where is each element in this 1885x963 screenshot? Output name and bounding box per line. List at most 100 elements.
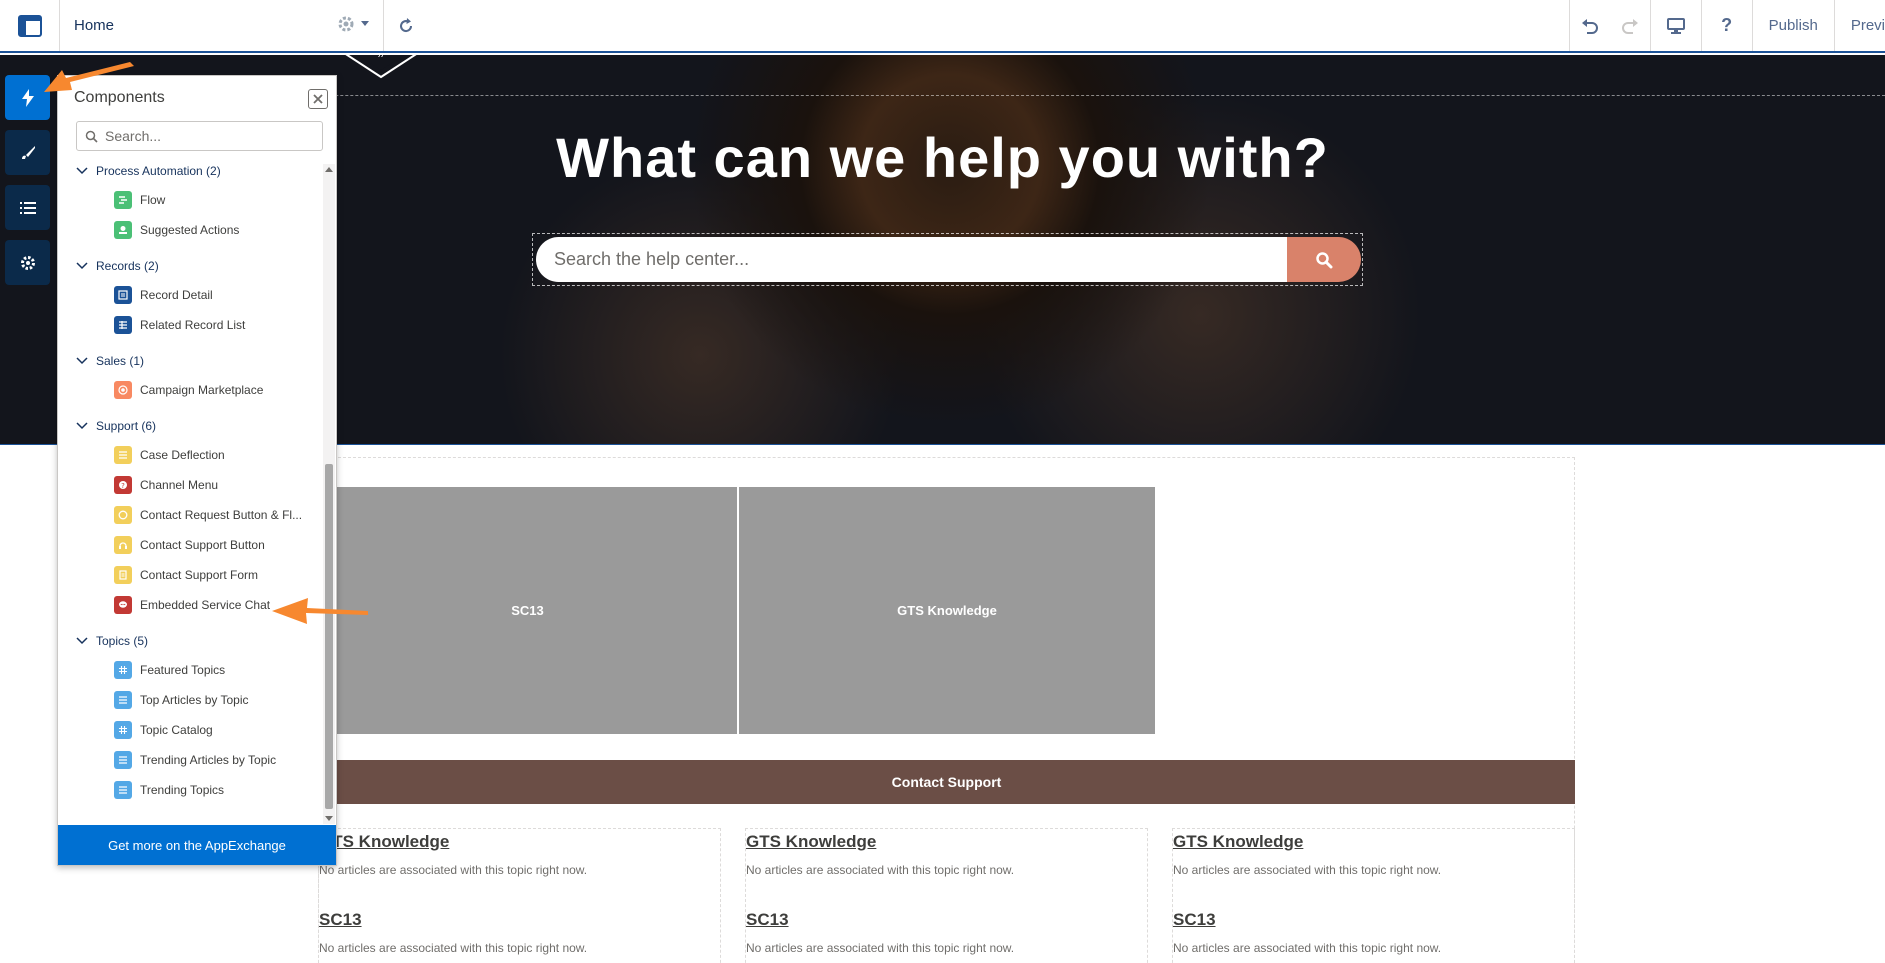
component-flow[interactable]: Flow — [114, 191, 165, 209]
chat-icon — [114, 596, 132, 614]
page-structure-button[interactable] — [0, 0, 60, 51]
component-label: Featured Topics — [140, 663, 226, 677]
component-label: Topic Catalog — [140, 723, 213, 737]
help-center-search-input[interactable]: Search the help center... — [536, 237, 1287, 282]
component-trending-topics[interactable]: Trending Topics — [114, 781, 224, 799]
group-sales[interactable]: Sales (1) — [76, 354, 144, 368]
appexchange-button[interactable]: Get more on the AppExchange — [58, 825, 336, 865]
form-icon — [114, 566, 132, 584]
redo-button[interactable] — [1610, 0, 1650, 51]
record-detail-icon — [114, 286, 132, 304]
topic-link[interactable]: GTS Knowledge — [1173, 832, 1303, 852]
device-preview-button[interactable] — [1651, 0, 1701, 51]
publish-button[interactable]: Publish — [1753, 0, 1834, 51]
empty-topic-note: No articles are associated with this top… — [1173, 941, 1442, 955]
component-top-articles-by-topic[interactable]: Top Articles by Topic — [114, 691, 249, 709]
preview-button[interactable]: Previ — [1835, 0, 1885, 51]
component-search-input[interactable]: Search... — [76, 121, 323, 151]
topic-link[interactable]: SC13 — [319, 910, 362, 930]
panel-scrollbar[interactable] — [323, 164, 335, 824]
builder-header: Home ? Publish Previ — [0, 0, 1885, 53]
search-button[interactable] — [1287, 237, 1361, 282]
group-support[interactable]: Support (6) — [76, 419, 156, 433]
component-embedded-service-chat[interactable]: Embedded Service Chat — [114, 596, 270, 614]
component-label: Contact Request Button & Fl... — [140, 508, 303, 522]
empty-topic-note: No articles are associated with this top… — [1173, 863, 1442, 877]
help-button[interactable]: ? — [1702, 0, 1752, 51]
list-icon — [114, 751, 132, 769]
component-label: Trending Articles by Topic — [140, 753, 277, 767]
contact-support-button[interactable]: Contact Support — [318, 760, 1575, 804]
search-placeholder: Search... — [105, 128, 162, 144]
topic-tile-sc13[interactable]: SC13 — [318, 487, 737, 734]
theme-button[interactable] — [5, 130, 50, 175]
page-selector[interactable]: Home — [60, 0, 384, 51]
component-label: Campaign Marketplace — [140, 383, 264, 397]
scroll-up-icon — [325, 167, 333, 172]
topic-column: GTS Knowledge No articles are associated… — [1172, 828, 1575, 963]
component-case-deflection[interactable]: Case Deflection — [114, 446, 225, 464]
group-topics[interactable]: Topics (5) — [76, 634, 148, 648]
component-contact-support-form[interactable]: Contact Support Form — [114, 566, 258, 584]
caret-down-icon — [361, 21, 369, 26]
topic-link[interactable]: GTS Knowledge — [746, 832, 876, 852]
undo-button[interactable] — [1570, 0, 1610, 51]
component-topic-catalog[interactable]: Topic Catalog — [114, 721, 213, 739]
group-label: Records (2) — [96, 259, 159, 273]
topic-link[interactable]: GTS Knowledge — [319, 832, 449, 852]
suggested-actions-icon — [114, 221, 132, 239]
component-related-record-list[interactable]: Related Record List — [114, 316, 245, 334]
component-channel-menu[interactable]: ? Channel Menu — [114, 476, 218, 494]
component-label: Contact Support Button — [140, 538, 265, 552]
list-icon — [19, 201, 36, 214]
component-label: Contact Support Form — [140, 568, 259, 582]
page-name: Home — [74, 17, 115, 34]
brush-icon — [21, 145, 35, 159]
page-structure-rail-button[interactable] — [5, 185, 50, 230]
header-spacer — [428, 0, 1569, 51]
channel-menu-icon: ? — [114, 476, 132, 494]
component-label: Record Detail — [140, 288, 213, 302]
scroll-thumb[interactable] — [325, 464, 333, 809]
page-settings-menu[interactable] — [337, 15, 369, 33]
component-featured-topics[interactable]: Featured Topics — [114, 661, 225, 679]
component-contact-request-button[interactable]: Contact Request Button & Fl... — [114, 506, 302, 524]
component-label: Flow — [140, 193, 166, 207]
component-label: Suggested Actions — [140, 223, 240, 237]
svg-text:Coffee: Coffee — [366, 55, 395, 58]
component-label: Channel Menu — [140, 478, 219, 492]
group-records[interactable]: Records (2) — [76, 259, 159, 273]
coffee-logo: Coffee — [345, 55, 417, 79]
refresh-icon — [400, 17, 413, 32]
component-record-detail[interactable]: Record Detail — [114, 286, 213, 304]
component-trending-articles-by-topic[interactable]: Trending Articles by Topic — [114, 751, 276, 769]
close-icon — [313, 94, 323, 104]
grid-icon — [114, 721, 132, 739]
group-process-automation[interactable]: Process Automation (2) — [76, 164, 221, 178]
search-component-outline[interactable]: Search the help center... — [532, 233, 1363, 286]
scroll-down-icon — [325, 816, 333, 821]
group-label: Topics (5) — [96, 634, 149, 648]
redo-icon — [1621, 18, 1638, 34]
case-deflection-icon — [114, 446, 132, 464]
component-contact-support-button[interactable]: Contact Support Button — [114, 536, 265, 554]
settings-button[interactable] — [5, 240, 50, 285]
svg-text:?: ? — [121, 482, 125, 490]
undo-icon — [1581, 18, 1598, 34]
refresh-button[interactable] — [384, 0, 428, 51]
close-panel-button[interactable] — [308, 89, 328, 109]
topic-tile-gts-knowledge[interactable]: GTS Knowledge — [739, 487, 1155, 734]
topic-link[interactable]: SC13 — [746, 910, 789, 930]
topic-link[interactable]: SC13 — [1173, 910, 1216, 930]
empty-topic-note: No articles are associated with this top… — [746, 863, 1015, 877]
component-label: Trending Topics — [140, 783, 225, 797]
flow-icon — [114, 191, 132, 209]
empty-topic-note: No articles are associated with this top… — [319, 863, 588, 877]
component-suggested-actions[interactable]: Suggested Actions — [114, 221, 239, 239]
chevron-down-icon — [76, 422, 88, 430]
lightning-icon — [21, 88, 34, 107]
component-campaign-marketplace[interactable]: Campaign Marketplace — [114, 381, 263, 399]
related-list-icon — [114, 316, 132, 334]
list-icon — [114, 781, 132, 799]
annotation-arrow-icon — [44, 62, 134, 92]
